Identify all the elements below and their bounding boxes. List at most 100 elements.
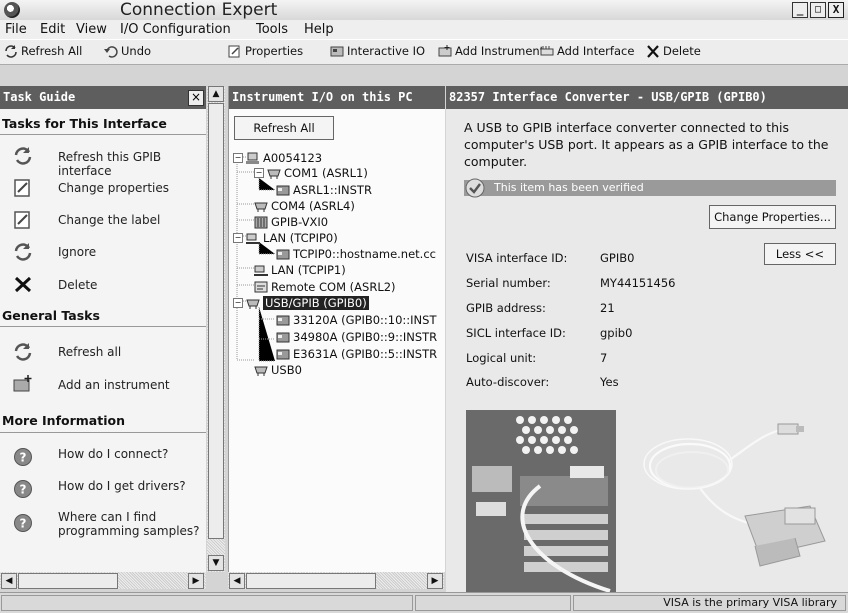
tree-node-label: LAN (TCPIP0): [263, 231, 338, 245]
scroll-right-arrow-icon[interactable]: ▶: [427, 573, 443, 589]
tree-node-com4[interactable]: COM4 (ASRL4): [254, 198, 355, 214]
tree-node-e3631a[interactable]: E3631A (GPIB0::5::INSTR: [276, 346, 437, 362]
less-button[interactable]: Less <<: [764, 243, 836, 265]
task-change-label[interactable]: Change the label: [58, 213, 160, 227]
tree-node-tcpip0-host[interactable]: TCPIP0::hostname.net.cc: [276, 246, 436, 262]
add-instrument-toolbar-button[interactable]: Add Instrument: [438, 44, 544, 58]
refresh-icon: [14, 343, 32, 361]
field-value: 21: [600, 301, 615, 315]
help-icon: ?: [14, 480, 32, 498]
lan-icon: [254, 265, 268, 276]
field-key: GPIB address:: [466, 301, 546, 315]
scroll-down-arrow-icon[interactable]: ▼: [208, 555, 224, 571]
tree-node-label: GPIB-VXI0: [271, 215, 329, 229]
instrument-tree-pane: Instrument I/O on this PC Refresh All − …: [228, 86, 445, 572]
scroll-right-arrow-icon[interactable]: ▶: [188, 573, 204, 589]
refresh-all-toolbar-button[interactable]: Refresh All: [4, 44, 82, 58]
tree-pane-title: Instrument I/O on this PC: [232, 90, 413, 104]
collapse-toggle[interactable]: −: [254, 168, 264, 178]
scrollbar-thumb[interactable]: [208, 103, 224, 539]
collapse-toggle[interactable]: −: [233, 298, 243, 308]
usb-gpib-converter-photo: [460, 406, 836, 596]
details-description: A USB to GPIB interface converter connec…: [464, 119, 844, 170]
tree-node-label: 33120A (GPIB0::10::INST: [293, 313, 437, 327]
collapse-toggle[interactable]: −: [233, 233, 243, 243]
tree-node-lan-tcpip1[interactable]: LAN (TCPIP1): [254, 262, 346, 278]
field-value: MY44151456: [600, 276, 676, 290]
task-ignore[interactable]: Ignore: [58, 245, 96, 259]
menu-edit[interactable]: Edit: [40, 22, 65, 37]
tree-node-label: E3631A (GPIB0::5::INSTR: [293, 347, 438, 361]
menu-tools[interactable]: Tools: [256, 22, 288, 37]
add-interface-label: Add Interface: [557, 44, 635, 58]
instrument-icon: [276, 185, 290, 195]
info-programming-samples-line1: Where can I find: [58, 510, 157, 524]
info-how-connect[interactable]: How do I connect?: [58, 447, 168, 461]
task-guide-close-button[interactable]: ×: [188, 90, 204, 106]
tree-node-usb-gpib0[interactable]: − USB/GPIB (GPIB0): [233, 295, 369, 311]
menu-help[interactable]: Help: [304, 22, 334, 37]
minimize-button[interactable]: _: [792, 2, 808, 18]
scroll-up-arrow-icon[interactable]: ▲: [208, 86, 224, 102]
undo-label: Undo: [121, 44, 152, 58]
tree-node-label: ASRL1::INSTR: [293, 183, 372, 197]
task-change-properties[interactable]: Change properties: [58, 181, 169, 195]
tree-node-computer[interactable]: − A0054123: [233, 150, 322, 166]
close-button[interactable]: X: [828, 2, 844, 18]
help-icon: ?: [14, 448, 32, 466]
task-refresh-all[interactable]: Refresh all: [58, 345, 121, 359]
info-programming-samples-line2: programming samples?: [58, 524, 200, 538]
svg-text:?: ?: [20, 451, 27, 465]
tree-node-34980a[interactable]: 34980A (GPIB0::9::INSTR: [276, 329, 437, 345]
change-properties-button[interactable]: Change Properties...: [709, 205, 836, 229]
status-panel-1: [1, 595, 413, 611]
properties-toolbar-button[interactable]: Properties: [228, 44, 303, 58]
status-bar: VISA is the primary VISA library: [0, 592, 848, 613]
info-programming-samples[interactable]: Where can I find programming samples?: [58, 510, 200, 538]
menu-view[interactable]: View: [76, 22, 107, 37]
menu-file[interactable]: File: [5, 22, 27, 37]
scroll-left-arrow-icon[interactable]: ◀: [229, 573, 245, 589]
refresh-all-button[interactable]: Refresh All: [234, 116, 334, 140]
interactive-io-toolbar-button[interactable]: Interactive IO: [330, 44, 425, 58]
info-get-drivers[interactable]: How do I get drivers?: [58, 479, 186, 493]
window-title: Connection Expert: [120, 0, 278, 20]
tree-node-asrl1-instr[interactable]: ASRL1::INSTR: [276, 182, 372, 198]
field-value: 7: [600, 351, 608, 365]
tree-node-remote-com[interactable]: Remote COM (ASRL2): [254, 279, 396, 295]
delete-toolbar-button[interactable]: Delete: [646, 44, 701, 58]
scroll-left-arrow-icon[interactable]: ◀: [1, 573, 17, 589]
scrollbar-thumb[interactable]: [18, 573, 118, 589]
delete-icon: [14, 276, 32, 293]
instrument-icon: [276, 349, 290, 359]
add-instrument-icon: [438, 44, 452, 56]
tree-node-gpib-vxi0[interactable]: GPIB-VXI0: [254, 214, 328, 230]
ignore-icon: [14, 243, 32, 261]
maximize-button[interactable]: □: [810, 2, 826, 18]
checkmark-icon: [465, 178, 485, 198]
title-bar: Connection Expert _ □ X: [0, 0, 848, 21]
undo-toolbar-button[interactable]: Undo: [104, 44, 151, 58]
refresh-all-label: Refresh All: [21, 44, 83, 58]
scrollbar-thumb[interactable]: [246, 573, 376, 589]
help-icon: ?: [14, 514, 32, 532]
app-icon: [4, 2, 20, 18]
menu-io-configuration[interactable]: I/O Configuration: [120, 22, 231, 37]
task-refresh-interface[interactable]: Refresh this GPIB interface: [58, 150, 206, 178]
field-value: GPIB0: [600, 251, 635, 265]
tree-node-usb0[interactable]: USB0: [254, 362, 302, 378]
details-header: 82357 Interface Converter - USB/GPIB (GP…: [446, 86, 848, 109]
add-interface-toolbar-button[interactable]: Add Interface: [540, 44, 634, 58]
task-add-instrument[interactable]: Add an instrument: [58, 378, 170, 392]
tree-node-33120a[interactable]: 33120A (GPIB0::10::INST: [276, 312, 437, 328]
tree-node-lan-tcpip0[interactable]: − LAN (TCPIP0): [233, 230, 338, 246]
task-delete[interactable]: Delete: [58, 278, 97, 292]
collapse-toggle[interactable]: −: [233, 153, 243, 163]
instrument-icon: [276, 332, 290, 342]
instrument-icon: [276, 315, 290, 325]
tree-node-com1[interactable]: − COM1 (ASRL1): [254, 165, 368, 181]
interactive-io-icon: [330, 46, 344, 56]
tree-node-label: USB0: [271, 363, 302, 377]
verified-text: This item has been verified: [494, 181, 644, 194]
divider: [0, 326, 206, 327]
